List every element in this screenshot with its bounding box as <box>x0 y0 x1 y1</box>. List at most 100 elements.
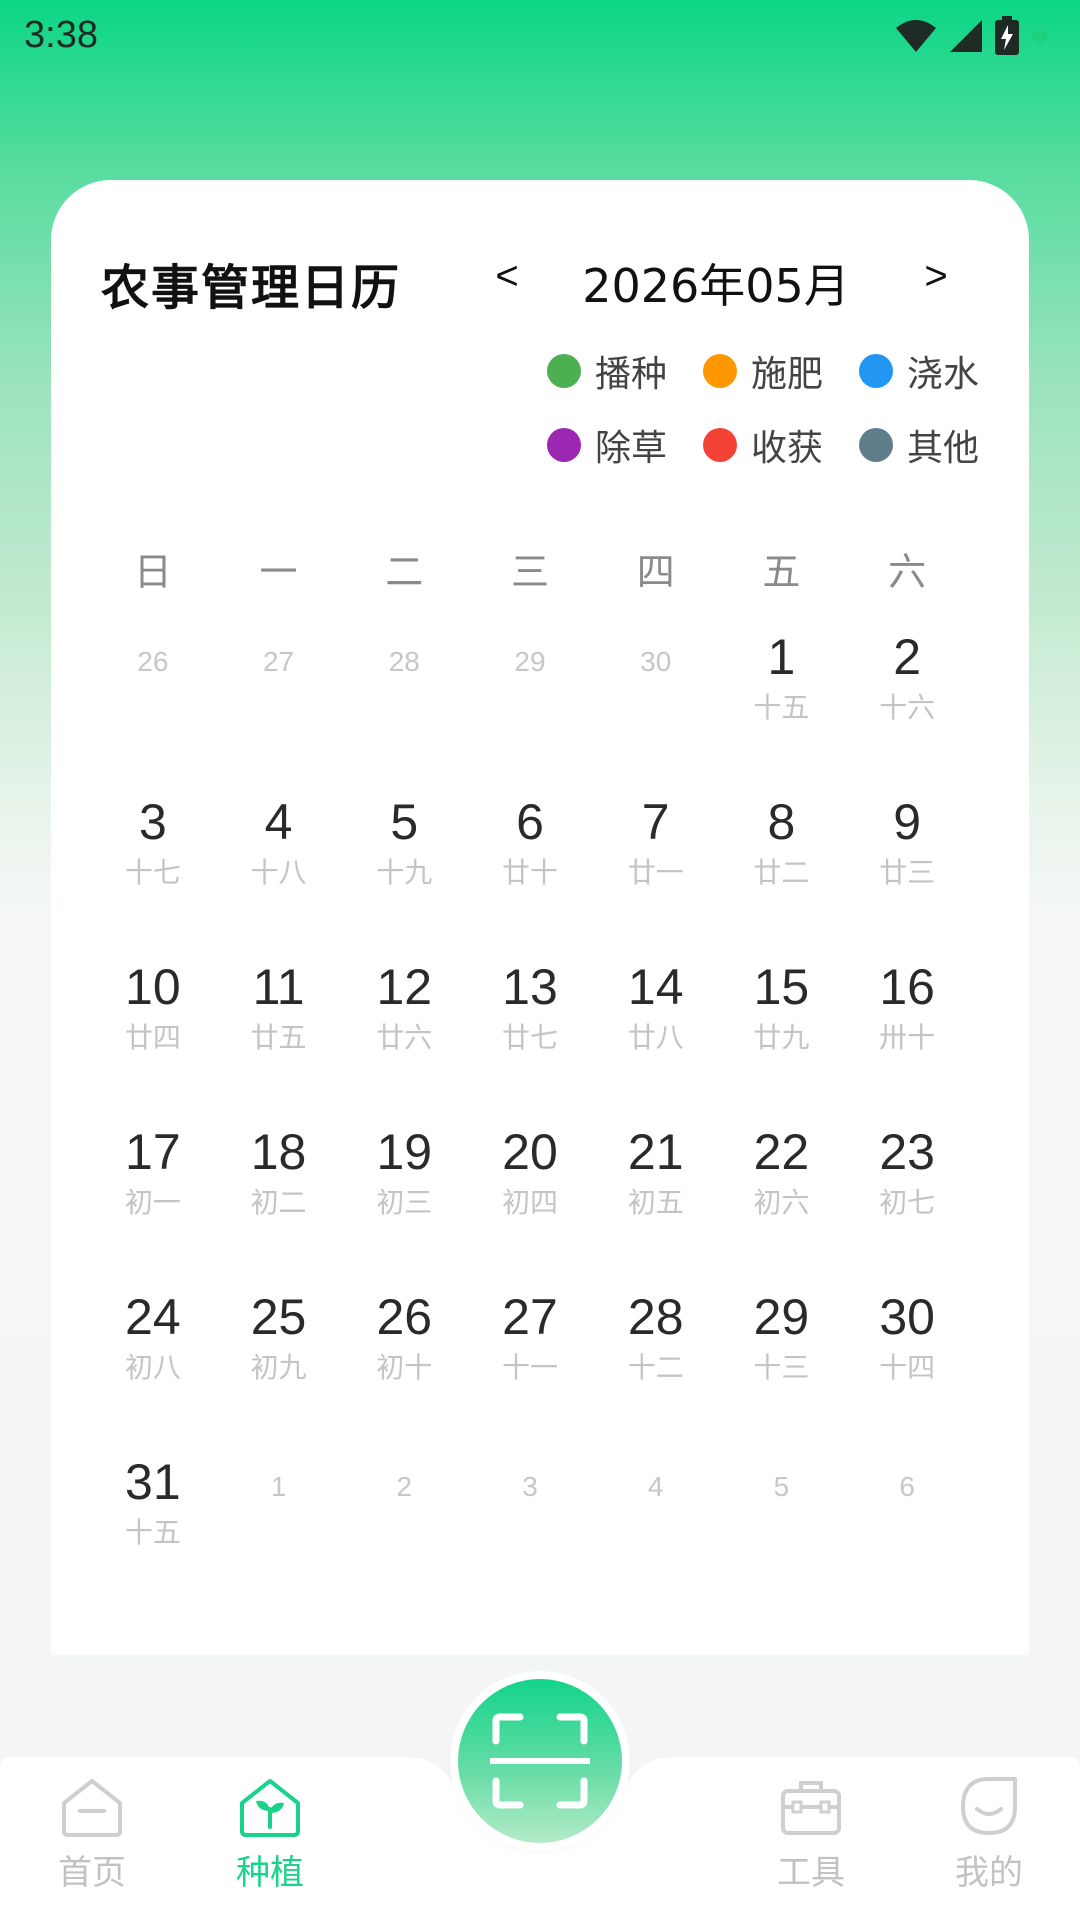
calendar-day-outside-month[interactable]: 30 <box>593 620 719 785</box>
calendar-day[interactable]: 3 十七 <box>90 785 216 950</box>
day-number: 28 <box>627 1289 684 1345</box>
calendar-day[interactable]: 26 初十 <box>341 1280 467 1445</box>
tab-mine[interactable]: 我的 <box>909 1775 1069 1905</box>
calendar-day-outside-month[interactable]: 29 <box>467 620 593 785</box>
lunar-date: 廿四 <box>124 1021 181 1054</box>
day-number: 1 <box>270 1471 287 1502</box>
day-number: 2 <box>396 1471 413 1502</box>
tab-home[interactable]: 首页 <box>12 1775 172 1905</box>
day-number: 1 <box>767 629 796 685</box>
weekday-label: 六 <box>888 550 927 594</box>
calendar-day-outside-month[interactable]: 26 <box>90 620 216 785</box>
calendar-day[interactable]: 21 初五 <box>593 1115 719 1280</box>
calendar-day-outside-month[interactable]: 3 <box>467 1445 593 1610</box>
legend-dot <box>703 428 737 462</box>
tab-tools[interactable]: 工具 <box>731 1775 891 1905</box>
day-number: 11 <box>252 959 305 1015</box>
calendar-day[interactable]: 2 十六 <box>844 620 970 785</box>
calendar-day[interactable]: 25 初九 <box>216 1280 342 1445</box>
calendar-day[interactable]: 4 十八 <box>216 785 342 950</box>
calendar-day[interactable]: 30 十四 <box>844 1280 970 1445</box>
calendar-day[interactable]: 19 初三 <box>341 1115 467 1280</box>
calendar-day[interactable]: 6 廿十 <box>467 785 593 950</box>
prev-month-button[interactable]: < <box>487 254 527 299</box>
lunar-date: 廿三 <box>879 856 936 889</box>
lunar-date: 廿二 <box>753 856 810 889</box>
calendar-day-outside-month[interactable]: 6 <box>844 1445 970 1610</box>
calendar-day[interactable]: 14 廿八 <box>593 950 719 1115</box>
day-number: 12 <box>376 959 433 1015</box>
calendar-day[interactable]: 16 卅十 <box>844 950 970 1115</box>
weekday-header: 日一二三四五六 <box>90 542 970 602</box>
smile-icon <box>961 1777 1017 1835</box>
calendar-day[interactable]: 28 十二 <box>593 1280 719 1445</box>
calendar-day[interactable]: 29 十三 <box>719 1280 845 1445</box>
day-number: 14 <box>627 959 684 1015</box>
calendar-day[interactable]: 10 廿四 <box>90 950 216 1115</box>
lunar-date: 十八 <box>250 856 307 889</box>
status-bar: 3:38 <box>0 0 1080 76</box>
day-number: 28 <box>388 646 420 677</box>
legend-item: 浇水 <box>859 350 1015 395</box>
calendar-day[interactable]: 17 初一 <box>90 1115 216 1280</box>
calendar-day[interactable]: 31 十五 <box>90 1445 216 1610</box>
tab-home-label: 首页 <box>58 1853 126 1893</box>
scan-button[interactable] <box>458 1679 622 1843</box>
calendar-day[interactable]: 24 初八 <box>90 1280 216 1445</box>
day-number: 8 <box>767 794 796 850</box>
day-number: 10 <box>125 959 181 1015</box>
day-number: 21 <box>627 1124 684 1180</box>
status-icons <box>894 16 1050 56</box>
day-number: 5 <box>773 1471 790 1502</box>
calendar-day[interactable]: 5 十九 <box>341 785 467 950</box>
day-number: 29 <box>514 646 546 677</box>
day-number: 27 <box>262 646 295 677</box>
weekday-label: 日 <box>133 550 172 594</box>
calendar-day[interactable]: 15 廿九 <box>719 950 845 1115</box>
calendar-day[interactable]: 20 初四 <box>467 1115 593 1280</box>
lunar-date: 廿九 <box>753 1021 810 1054</box>
calendar-day[interactable]: 13 廿七 <box>467 950 593 1115</box>
wifi-icon <box>896 20 936 52</box>
calendar-day[interactable]: 12 廿六 <box>341 950 467 1115</box>
day-number: 16 <box>879 959 935 1015</box>
tab-plant[interactable]: 种植 <box>190 1775 350 1905</box>
calendar-day[interactable]: 18 初二 <box>216 1115 342 1280</box>
calendar-day-outside-month[interactable]: 2 <box>341 1445 467 1610</box>
day-number: 6 <box>516 794 544 850</box>
calendar-day[interactable]: 9 廿三 <box>844 785 970 950</box>
calendar-day-outside-month[interactable]: 5 <box>719 1445 845 1610</box>
calendar-day[interactable]: 7 廿一 <box>593 785 719 950</box>
calendar-day[interactable]: 11 廿五 <box>216 950 342 1115</box>
calendar-title: 农事管理日历 <box>101 260 402 316</box>
day-number: 7 <box>641 794 670 850</box>
legend-dot <box>547 428 581 462</box>
calendar-day[interactable]: 22 初六 <box>719 1115 845 1280</box>
day-number: 27 <box>502 1289 558 1345</box>
calendar-day[interactable]: 8 廿二 <box>719 785 845 950</box>
calendar-day-outside-month[interactable]: 28 <box>341 620 467 785</box>
calendar-day[interactable]: 1 十五 <box>719 620 845 785</box>
calendar-day[interactable]: 27 十一 <box>467 1280 593 1445</box>
legend-dot <box>859 354 893 388</box>
lunar-date: 廿七 <box>501 1021 558 1054</box>
calendar-card: 农事管理日历 < 2026年05月 > 播种 施肥 浇水 除草 收获 其他 日 一 二 三 四 五 六… <box>51 180 1029 1655</box>
lunar-date: 卅十 <box>879 1021 936 1054</box>
day-number: 3 <box>522 1471 538 1502</box>
lunar-date: 廿八 <box>627 1021 684 1054</box>
lunar-date: 初二 <box>250 1186 307 1219</box>
calendar-day-outside-month[interactable]: 4 <box>593 1445 719 1610</box>
legend-label: 播种 <box>595 354 668 395</box>
day-number: 26 <box>376 1289 433 1345</box>
calendar-day-outside-month[interactable]: 27 <box>216 620 342 785</box>
next-month-button[interactable]: > <box>916 254 956 299</box>
day-number: 18 <box>250 1124 307 1180</box>
lunar-date: 初一 <box>124 1186 181 1219</box>
lunar-date: 初四 <box>501 1186 558 1219</box>
lunar-date: 初七 <box>879 1186 936 1219</box>
tab-plant-label: 种植 <box>236 1853 304 1893</box>
calendar-day[interactable]: 23 初七 <box>844 1115 970 1280</box>
legend-label: 施肥 <box>751 354 824 395</box>
status-time: 3:38 <box>24 14 98 56</box>
calendar-day-outside-month[interactable]: 1 <box>216 1445 342 1610</box>
